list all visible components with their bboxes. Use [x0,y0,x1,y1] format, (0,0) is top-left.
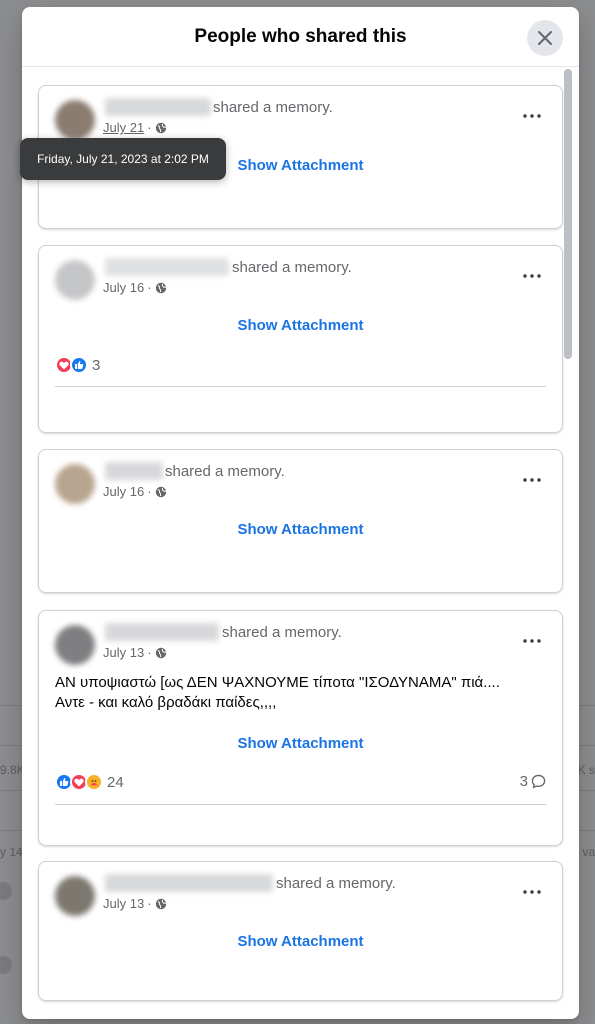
avatar[interactable] [55,260,95,300]
like-reaction-icon [70,356,88,374]
author-name[interactable] [105,874,273,892]
reactions-summary[interactable]: 3 [55,356,100,374]
post-meta: July 16 · [103,484,167,499]
background-text: 9.8K [0,763,25,777]
post-date-link[interactable]: July 16 [103,484,144,499]
show-attachment-link[interactable]: Show Attachment [39,521,562,538]
comment-count-value: 3 [519,773,528,790]
share-action: shared a memory. [232,259,352,276]
post-date-link[interactable]: July 13 [103,896,144,911]
post-date-link[interactable]: July 13 [103,645,144,660]
comment-count[interactable]: 3 [520,773,546,790]
more-options-button[interactable] [520,880,544,904]
post-date-link[interactable]: July 16 [103,280,144,295]
divider [55,804,546,805]
avatar[interactable] [55,464,95,504]
close-button[interactable] [527,20,563,56]
post-date-link[interactable]: July 21 [103,120,144,135]
globe-icon [155,122,166,133]
globe-icon [155,647,166,658]
reaction-count: 3 [92,356,101,374]
more-options-button[interactable] [520,629,544,653]
more-options-button[interactable] [520,264,544,288]
post-meta: July 16 · [103,280,167,295]
show-attachment-link[interactable]: Show Attachment [39,933,562,950]
globe-icon [155,486,166,497]
show-attachment-link[interactable]: Show Attachment [39,735,562,752]
more-icon [523,274,541,278]
author-name[interactable] [105,258,229,276]
more-icon [523,639,541,643]
more-icon [523,478,541,482]
dialog-header: People who shared this [22,7,579,67]
post-text: ΑΝ υποψιαστώ [ως ΔΕΝ ΨΑΧΝΟΥΜΕ τίποτα "ΙΣ… [55,673,546,713]
author-name[interactable] [105,623,219,641]
more-options-button[interactable] [520,104,544,128]
scrollbar-thumb[interactable] [564,69,572,359]
background-text: y 14 [0,845,23,859]
shares-list[interactable]: shared a memory. July 21 · Show Attachme… [22,68,579,1019]
background-text: K s [577,763,595,777]
globe-icon [155,282,166,293]
share-card: shared a memory. July 13 · ΑΝ υποψιαστώ … [38,610,563,846]
author-name[interactable] [105,98,211,116]
more-icon [523,890,541,894]
close-icon [538,31,552,45]
comment-icon [531,774,546,789]
share-card: shared a memory. July 16 · Show Attachme… [38,449,563,593]
reaction-count: 24 [107,773,124,791]
post-meta: July 13 · [103,896,167,911]
reactions-summary[interactable]: 24 [55,773,124,791]
globe-icon [155,898,166,909]
avatar[interactable] [55,100,95,140]
date-tooltip: Friday, July 21, 2023 at 2:02 PM [20,138,226,180]
more-icon [523,114,541,118]
avatar[interactable] [55,625,95,665]
divider [55,386,546,387]
background-avatar [0,956,12,974]
background-text: va [582,845,595,859]
share-action: shared a memory. [222,624,342,641]
avatar[interactable] [55,876,95,916]
show-attachment-link[interactable]: Show Attachment [39,317,562,334]
post-meta: July 21 · [103,120,167,135]
share-action: shared a memory. [276,875,396,892]
share-action: shared a memory. [213,99,333,116]
post-text-line: ΑΝ υποψιαστώ [ως ΔΕΝ ΨΑΧΝΟΥΜΕ τίποτα "ΙΣ… [55,674,500,691]
share-card: shared a memory. July 13 · Show Attachme… [38,861,563,1001]
dialog-title: People who shared this [194,25,407,47]
post-text-line: Αντε - και καλό βραδάκι παίδες,,,, [55,694,277,711]
post-meta: July 13 · [103,645,167,660]
background-avatar [0,882,12,900]
share-card: shared a memory. July 16 · Show Attachme… [38,245,563,433]
care-reaction-icon [85,773,103,791]
more-options-button[interactable] [520,468,544,492]
share-action: shared a memory. [165,463,285,480]
author-name[interactable] [105,462,163,480]
